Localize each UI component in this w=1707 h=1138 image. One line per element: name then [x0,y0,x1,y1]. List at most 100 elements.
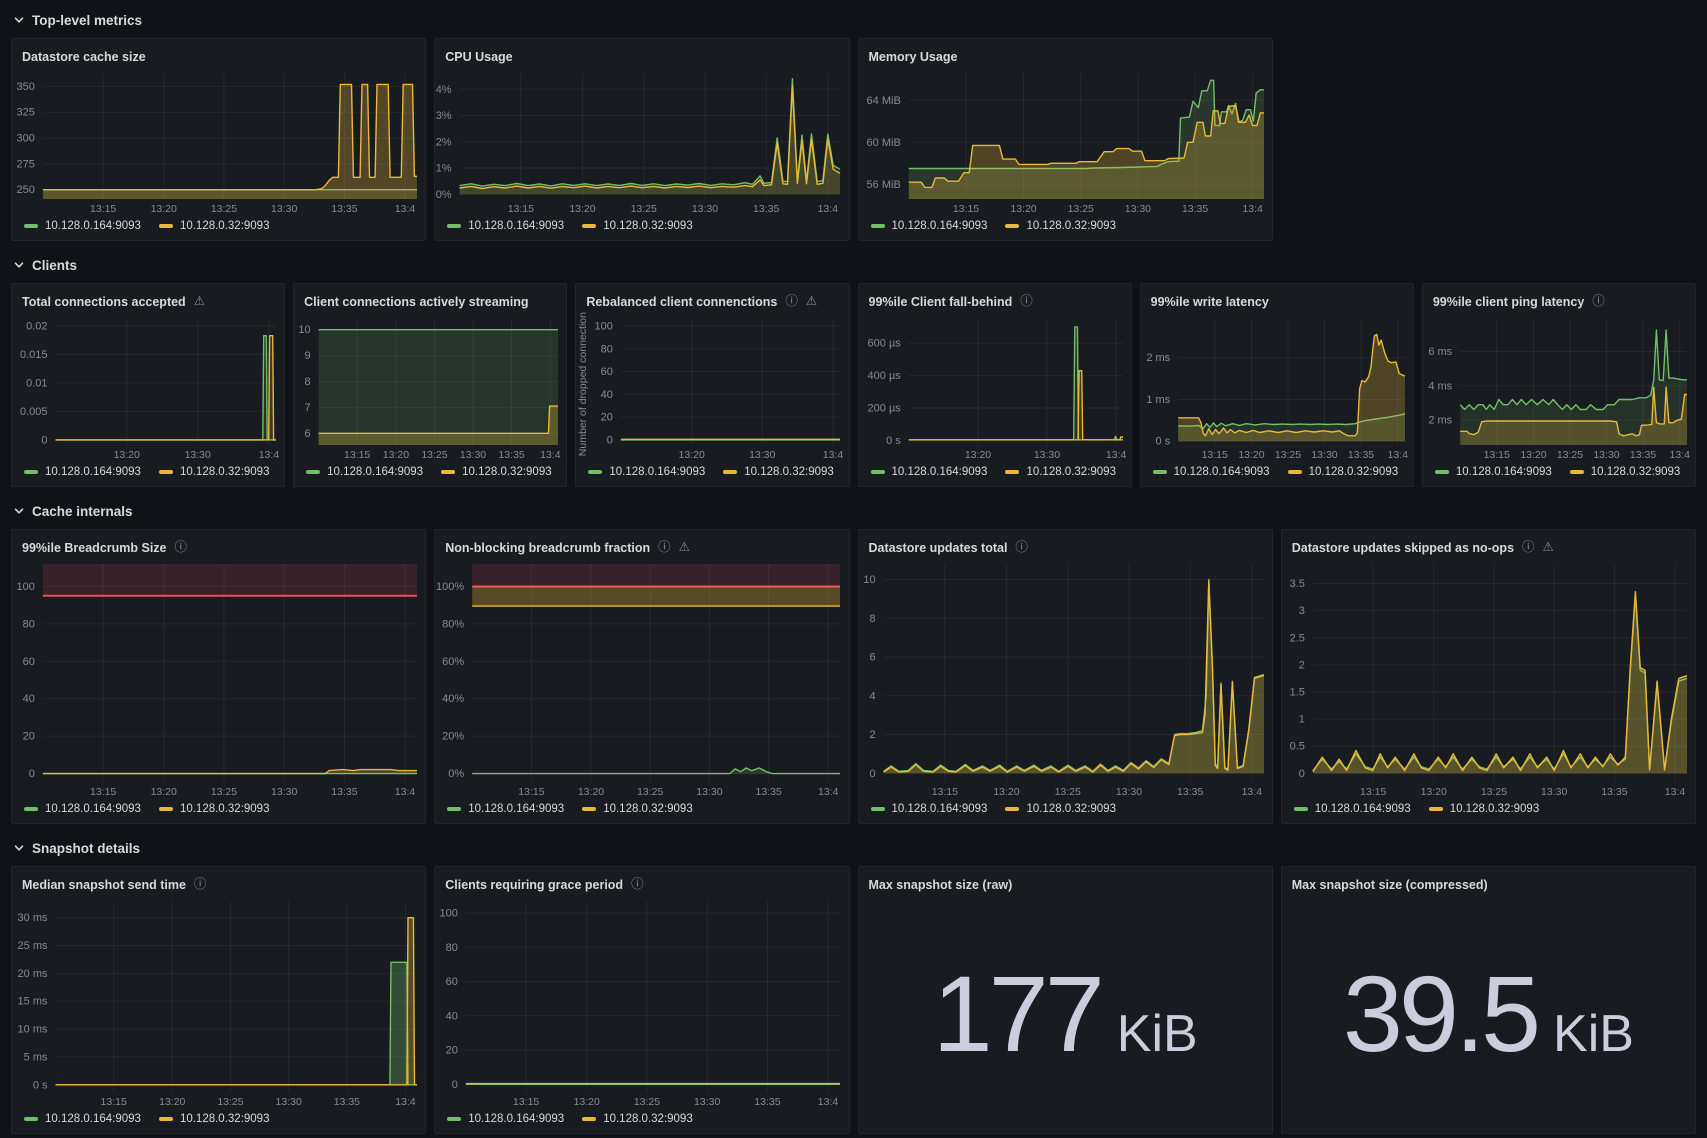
info-icon[interactable]: ⓘ [1522,541,1535,554]
section-toggle-cache-internals[interactable]: Cache internals [11,501,1696,521]
timeseries-chart[interactable]: 00.511.522.533.513:1513:2013:2513:3013:3… [1282,558,1695,799]
legend-item[interactable]: 10.128.0.164:9093 [1153,466,1270,478]
legend-item[interactable]: 10.128.0.32:9093 [159,1113,270,1125]
legend-item[interactable]: 10.128.0.32:9093 [159,220,270,232]
panel-title[interactable]: Client connections actively streaming [304,295,528,309]
warning-icon[interactable]: ⚠ [679,541,690,554]
timeseries-chart[interactable]: 0%20%40%60%80%100%13:1513:2013:2513:3013… [435,558,848,799]
legend-series-label: 10.128.0.32:9093 [1026,466,1116,478]
legend-item[interactable]: 10.128.0.164:9093 [588,466,705,478]
legend-item[interactable]: 10.128.0.164:9093 [1294,803,1411,815]
timeseries-chart[interactable]: 56 MiB60 MiB64 MiB13:1513:2013:2513:3013… [859,67,1272,216]
info-icon[interactable]: ⓘ [1015,541,1028,554]
legend-item[interactable]: 10.128.0.164:9093 [24,1113,141,1125]
legend-item[interactable]: 10.128.0.32:9093 [582,220,693,232]
section-toggle-snapshot-details[interactable]: Snapshot details [11,838,1696,858]
panel-title[interactable]: Rebalanced client connenctions [586,295,777,309]
panel-title[interactable]: Total connections accepted [22,295,186,309]
timeseries-chart[interactable]: 02040608010013:1513:2013:2513:3013:3513:… [435,895,848,1109]
panel-legend: 10.128.0.164:9093 10.128.0.32:9093 [1282,799,1695,823]
warning-icon[interactable]: ⚠ [1543,541,1554,554]
panel-client-connections-actively-streaming: Client connections actively streaming 678… [293,283,567,487]
legend-series-label: 10.128.0.32:9093 [180,1113,270,1125]
legend-item[interactable]: 10.128.0.164:9093 [24,220,141,232]
legend-item[interactable]: 10.128.0.164:9093 [24,466,141,478]
svg-text:3%: 3% [436,110,452,122]
legend-item[interactable]: 10.128.0.164:9093 [447,220,564,232]
timeseries-chart[interactable]: 0 s1 ms2 ms13:1513:2013:2513:3013:3513:4 [1141,312,1413,462]
panel-title[interactable]: Max snapshot size (compressed) [1292,878,1488,892]
legend-item[interactable]: 10.128.0.164:9093 [447,803,564,815]
panel-title[interactable]: 99%ile Client fall-behind [869,295,1013,309]
legend-series-swatch [447,224,461,228]
chart-body: 25027530032535013:1513:2013:2513:3013:35… [12,67,425,216]
panel-header: Memory Usage [859,39,1272,67]
svg-text:13:20: 13:20 [1238,449,1264,461]
panel-title[interactable]: Clients requiring grace period [445,878,623,892]
panel-title[interactable]: Median snapshot send time [22,878,186,892]
timeseries-chart[interactable]: 00.0050.010.0150.0213:2013:3013:4 [12,312,284,462]
timeseries-chart[interactable]: 0 s200 µs400 µs600 µs13:2013:3013:4 [859,312,1131,462]
timeseries-chart[interactable]: 024681013:1513:2013:2513:3013:3513:4 [859,558,1272,799]
warning-icon[interactable]: ⚠ [194,295,205,308]
legend-item[interactable]: 10.128.0.32:9093 [1570,466,1681,478]
timeseries-chart[interactable]: 67891013:1513:2013:2513:3013:3513:4 [294,312,566,462]
legend-item[interactable]: 10.128.0.32:9093 [1429,803,1540,815]
info-icon[interactable]: ⓘ [175,541,188,554]
chart-body: 0 s1 ms2 ms13:1513:2013:2513:3013:3513:4 [1141,312,1413,462]
timeseries-chart[interactable]: 02040608010013:1513:2013:2513:3013:3513:… [12,558,425,799]
info-icon[interactable]: ⓘ [1592,295,1605,308]
info-icon[interactable]: ⓘ [631,878,644,891]
warning-icon[interactable]: ⚠ [806,295,817,308]
svg-text:13:35: 13:35 [334,1096,360,1108]
legend-item[interactable]: 10.128.0.32:9093 [159,466,270,478]
legend-item[interactable]: 10.128.0.32:9093 [1005,466,1116,478]
info-icon[interactable]: ⓘ [658,541,671,554]
legend-item[interactable]: 10.128.0.164:9093 [447,1113,564,1125]
panel-header: Rebalanced client connenctions ⓘ ⚠ [576,284,848,312]
info-icon[interactable]: ⓘ [1020,295,1033,308]
section-toggle-top-level-metrics[interactable]: Top-level metrics [11,10,1696,30]
panel-title[interactable]: 99%ile write latency [1151,295,1269,309]
legend-series-swatch [306,470,320,474]
legend-item[interactable]: 10.128.0.32:9093 [159,803,270,815]
timeseries-chart[interactable]: 02040608010013:2013:3013:4Number of drop… [576,312,848,462]
panel-title[interactable]: Memory Usage [869,50,958,64]
panel-title[interactable]: Datastore updates total [869,541,1008,555]
panel-title[interactable]: Datastore updates skipped as no-ops [1292,541,1514,555]
svg-text:60: 60 [446,976,458,988]
section-toggle-clients[interactable]: Clients [11,255,1696,275]
panel-title[interactable]: Max snapshot size (raw) [869,878,1013,892]
timeseries-chart[interactable]: 0%1%2%3%4%13:1513:2013:2513:3013:3513:4 [435,67,848,216]
panel-title[interactable]: CPU Usage [445,50,512,64]
panel-title[interactable]: Non-blocking breadcrumb fraction [445,541,650,555]
legend-item[interactable]: 10.128.0.32:9093 [1005,220,1116,232]
legend-item[interactable]: 10.128.0.164:9093 [1435,466,1552,478]
legend-item[interactable]: 10.128.0.32:9093 [441,466,552,478]
chart-body: 00.511.522.533.513:1513:2013:2513:3013:3… [1282,558,1695,799]
timeseries-chart[interactable]: 25027530032535013:1513:2013:2513:3013:35… [12,67,425,216]
panel-title[interactable]: 99%ile client ping latency [1433,295,1584,309]
info-icon[interactable]: ⓘ [785,295,798,308]
info-icon[interactable]: ⓘ [194,878,207,891]
svg-text:13:20: 13:20 [993,786,1019,798]
legend-item[interactable]: 10.128.0.32:9093 [582,803,693,815]
panel-median-snapshot-send-time: Median snapshot send time ⓘ 0 s5 ms10 ms15… [11,866,426,1134]
svg-text:13:20: 13:20 [574,1096,600,1108]
legend-item[interactable]: 10.128.0.32:9093 [582,1113,693,1125]
svg-text:0%: 0% [436,189,452,201]
legend-item[interactable]: 10.128.0.32:9093 [1005,803,1116,815]
panel-title[interactable]: Datastore cache size [22,50,146,64]
legend-series-swatch [588,470,602,474]
legend-item[interactable]: 10.128.0.32:9093 [723,466,834,478]
timeseries-chart[interactable]: 0 s5 ms10 ms15 ms20 ms25 ms30 ms13:1513:… [12,895,425,1109]
panel-title[interactable]: 99%ile Breadcrumb Size [22,541,167,555]
legend-item[interactable]: 10.128.0.164:9093 [306,466,423,478]
legend-series-swatch [1005,470,1019,474]
legend-item[interactable]: 10.128.0.164:9093 [871,220,988,232]
timeseries-chart[interactable]: 2 ms4 ms6 ms13:1513:2013:2513:3013:3513:… [1423,312,1695,462]
legend-item[interactable]: 10.128.0.32:9093 [1288,466,1399,478]
legend-item[interactable]: 10.128.0.164:9093 [871,466,988,478]
legend-item[interactable]: 10.128.0.164:9093 [871,803,988,815]
legend-item[interactable]: 10.128.0.164:9093 [24,803,141,815]
